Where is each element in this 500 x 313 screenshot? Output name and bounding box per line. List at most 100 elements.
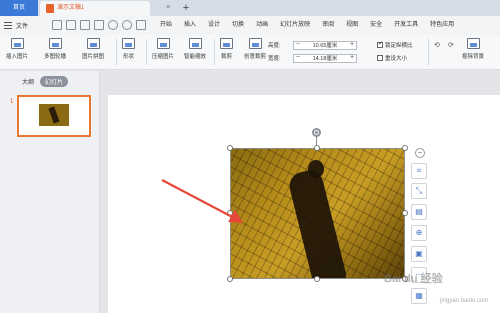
picture-icon[interactable]: ▣: [411, 246, 427, 262]
width-row: 宽度: − 14.18厘米 +: [268, 53, 357, 63]
slide-thumbnail[interactable]: [17, 95, 91, 137]
multi-carousel-button[interactable]: 多图轮播: [44, 38, 66, 60]
tab-developer[interactable]: 开发工具: [388, 16, 424, 35]
tab-slides[interactable]: 幻灯片: [40, 76, 69, 87]
tab-features[interactable]: 特色应用: [424, 16, 460, 35]
document-title: 演示文稿1: [57, 5, 85, 11]
resize-handle-top-right[interactable]: [402, 145, 408, 151]
export-icon[interactable]: [94, 20, 104, 30]
collapse-icon[interactable]: −: [415, 148, 425, 158]
resize-handle-top-left[interactable]: [227, 145, 233, 151]
align-icon[interactable]: ▤: [411, 204, 427, 220]
height-row: 高度: − 10.65厘米 +: [268, 40, 357, 50]
compress-icon: [156, 38, 170, 49]
lock-ratio-checkbox[interactable]: [377, 40, 383, 48]
picture-collage-button[interactable]: 图片拼图: [82, 38, 104, 60]
menu-icon[interactable]: [4, 22, 12, 29]
print-icon[interactable]: [66, 20, 76, 30]
tab-animation[interactable]: 动画: [250, 16, 274, 35]
shape-icon: [122, 38, 135, 49]
ribbon-divider: [146, 39, 147, 65]
remove-background-label: 抠除背景: [462, 54, 485, 60]
resize-handle-bottom[interactable]: [314, 276, 320, 282]
redo-icon[interactable]: [122, 20, 132, 30]
collage-icon: [86, 38, 100, 49]
close-icon[interactable]: ×: [163, 3, 173, 13]
tab-home[interactable]: 首页: [0, 0, 38, 16]
ribbon: 插入图片 多图轮播 图片拼图 形状 压缩图片 智能缩放 裁剪 创意裁剪 高度: …: [0, 35, 500, 70]
undo-icon[interactable]: [108, 20, 118, 30]
reset-size-icon: [377, 55, 383, 61]
tab-outline[interactable]: 大纲: [22, 77, 34, 86]
tab-transition[interactable]: 切换: [226, 16, 250, 35]
slide-number: 1: [10, 99, 14, 105]
rotate-handle-icon[interactable]: [312, 128, 321, 137]
insert-picture-button[interactable]: 插入图片: [6, 38, 28, 60]
tab-security[interactable]: 安全: [364, 16, 388, 35]
remove-background-button[interactable]: 抠除背景: [462, 38, 484, 60]
crop-button[interactable]: 裁剪: [220, 38, 233, 60]
reset-size-row[interactable]: 重设大小: [377, 53, 407, 63]
rotate-right-icon[interactable]: ⟳: [448, 41, 454, 49]
shape-button[interactable]: 形状: [122, 38, 135, 60]
panel-tabs: 大纲 幻灯片: [22, 76, 69, 87]
menu-tabs: 开始 插入 设计 切换 动画 幻灯片放映 审阅 视图 安全 开发工具 特色应用: [154, 16, 460, 35]
height-value[interactable]: 10.65厘米: [302, 41, 348, 49]
width-value[interactable]: 14.18厘米: [302, 54, 348, 62]
resize-handle-top[interactable]: [314, 145, 320, 151]
resize-handle-bottom-left[interactable]: [227, 276, 233, 282]
rotate-left-icon[interactable]: ⟲: [434, 41, 440, 49]
creative-crop-label: 创意裁剪: [244, 54, 267, 60]
tab-start[interactable]: 开始: [154, 16, 178, 35]
smart-zoom-label: 智能缩放: [184, 54, 207, 60]
decrement-button[interactable]: −: [294, 41, 302, 49]
increment-button[interactable]: +: [348, 54, 356, 62]
height-label: 高度:: [268, 43, 281, 49]
new-tab-button[interactable]: +: [180, 1, 192, 15]
file-menu[interactable]: 文件: [16, 21, 28, 30]
tab-insert[interactable]: 插入: [178, 16, 202, 35]
smart-zoom-button[interactable]: 智能缩放: [184, 38, 206, 60]
tab-view[interactable]: 视图: [340, 16, 364, 35]
watermark-logo: Bai du 经验: [384, 273, 443, 285]
thumbnail-picture: [39, 104, 69, 126]
compress-picture-button[interactable]: 压缩图片: [152, 38, 174, 60]
dropdown-chevron-icon[interactable]: [136, 20, 146, 30]
increment-button[interactable]: +: [348, 41, 356, 49]
tab-document[interactable]: 演示文稿1: [40, 1, 150, 16]
layers-icon[interactable]: ▦: [411, 288, 427, 304]
ribbon-divider: [116, 39, 117, 65]
creative-crop-icon: [248, 38, 262, 49]
picture-icon: [10, 38, 24, 49]
preview-icon[interactable]: [80, 20, 90, 30]
slides-panel: 大纲 幻灯片 1: [0, 71, 100, 313]
crop-label: 裁剪: [220, 54, 232, 60]
height-stepper[interactable]: − 10.65厘米 +: [293, 40, 357, 50]
decrement-button[interactable]: −: [294, 54, 302, 62]
selected-picture[interactable]: [230, 148, 405, 279]
crop-icon: [220, 38, 233, 49]
tab-slideshow[interactable]: 幻灯片放映: [274, 16, 316, 35]
creative-crop-button[interactable]: 创意裁剪: [244, 38, 266, 60]
lock-ratio-row[interactable]: 锁定纵横比: [377, 40, 413, 50]
shadow-figure: [286, 167, 348, 279]
ribbon-divider: [214, 39, 215, 65]
lock-ratio-label: 锁定纵横比: [385, 43, 413, 49]
crop-icon[interactable]: ⌗: [411, 163, 427, 179]
zoom-icon: [188, 38, 202, 49]
zoom-icon[interactable]: ⊕: [411, 225, 427, 241]
watermark-url: jingyan.baidu.com: [440, 298, 489, 304]
presentation-icon: [46, 4, 54, 13]
width-stepper[interactable]: − 14.18厘米 +: [293, 53, 357, 63]
tab-design[interactable]: 设计: [202, 16, 226, 35]
carousel-icon: [48, 38, 62, 49]
resize-icon[interactable]: ⤡: [411, 183, 427, 199]
save-icon[interactable]: [52, 20, 62, 30]
tab-bar: 首页 演示文稿1 × +: [0, 0, 500, 16]
remove-background-icon: [466, 38, 480, 49]
annotation-arrow: [161, 179, 243, 223]
compress-picture-label: 压缩图片: [152, 54, 175, 60]
tab-review[interactable]: 审阅: [316, 16, 340, 35]
resize-handle-right[interactable]: [402, 210, 408, 216]
reset-size-label: 重设大小: [385, 56, 408, 62]
